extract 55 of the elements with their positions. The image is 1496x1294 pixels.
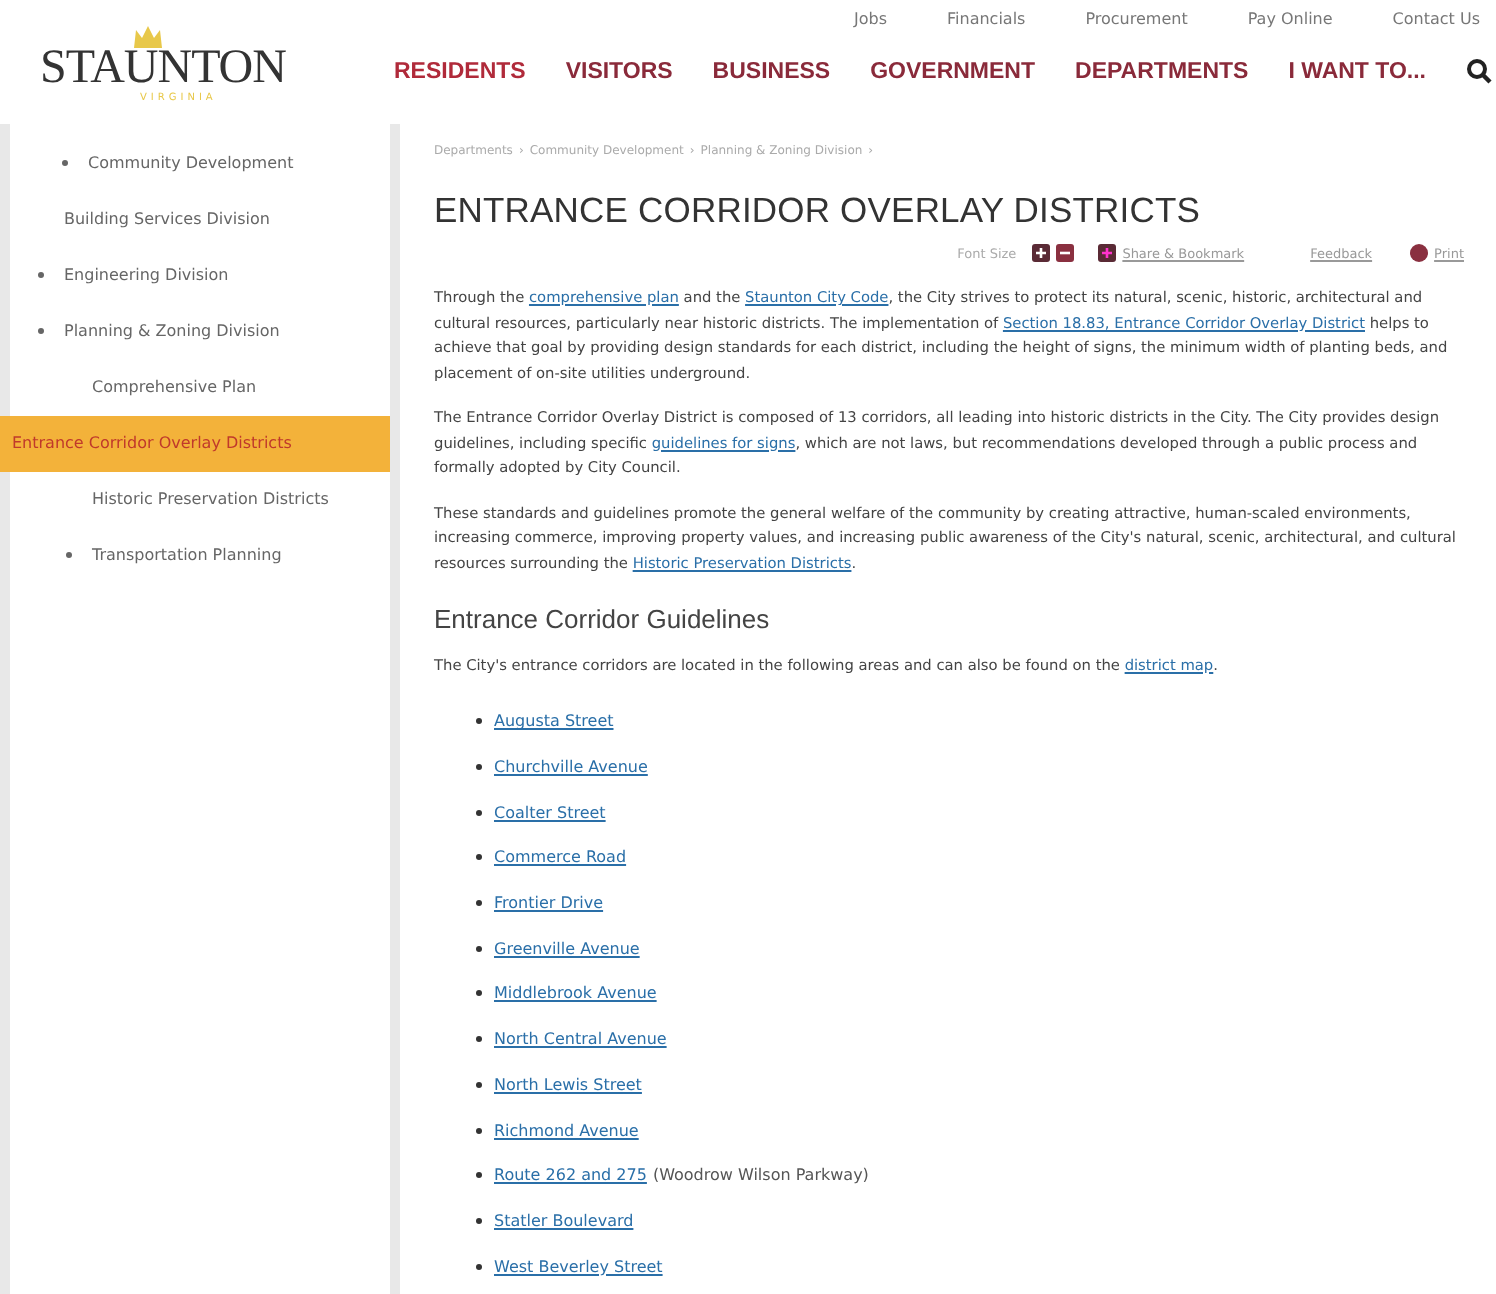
crown-icon xyxy=(132,24,164,52)
bullet-icon xyxy=(476,1081,482,1088)
bullet-icon xyxy=(476,718,482,725)
sidebar-item[interactable]: Community Development xyxy=(10,136,390,192)
nav-link[interactable]: RESIDENTS xyxy=(394,59,526,83)
search-icon[interactable] xyxy=(1466,58,1492,84)
page-title: ENTRANCE CORRIDOR OVERLAY DISTRICTS xyxy=(434,190,1203,232)
corridor-link[interactable]: North Central Avenue xyxy=(494,1030,667,1049)
share-icon xyxy=(1098,244,1117,262)
utility-link[interactable]: Jobs xyxy=(854,10,888,28)
bullet-icon xyxy=(476,900,482,907)
nav-link[interactable]: VISITORS xyxy=(565,59,673,83)
bullet-icon xyxy=(476,764,482,771)
sidebar-item[interactable]: Historic Preservation Districts xyxy=(66,472,390,528)
utility-link[interactable]: Pay Online xyxy=(1247,10,1333,28)
nav-link[interactable]: I WANT TO... xyxy=(1288,59,1426,83)
bullet-icon xyxy=(476,854,482,861)
corridor-link[interactable]: West Beverley Street xyxy=(494,1257,663,1276)
corridor-link[interactable]: North Lewis Street xyxy=(494,1075,642,1094)
corridor-link[interactable]: Richmond Avenue xyxy=(494,1121,639,1140)
sidebar-item[interactable]: Transportation Planning xyxy=(66,528,390,584)
nav-link[interactable]: BUSINESS xyxy=(712,59,831,83)
bullet-icon xyxy=(476,809,482,816)
bullet-icon xyxy=(476,990,482,997)
corridor-link[interactable]: Coalter Street xyxy=(494,803,606,822)
nav-link[interactable]: GOVERNMENT xyxy=(870,59,1036,83)
sidebar-item[interactable]: Planning & Zoning Division xyxy=(38,304,390,360)
bullet-icon xyxy=(476,1172,482,1179)
corridor-link[interactable]: Statler Boulevard xyxy=(494,1211,634,1230)
bullet-icon xyxy=(476,1263,482,1270)
sidebar-item[interactable]: Building Services Division xyxy=(38,192,390,248)
corridor-link[interactable]: Commerce Road xyxy=(494,848,627,867)
corridor-link[interactable]: Augusta Street xyxy=(494,712,614,731)
utility-link[interactable]: Contact Us xyxy=(1392,10,1480,28)
bullet-icon xyxy=(476,1036,482,1043)
section-heading: Entrance Corridor Guidelines xyxy=(434,604,772,634)
bullet-icon xyxy=(476,1127,482,1134)
logo-text[interactable]: STAUNTON xyxy=(40,44,286,92)
corridor-link[interactable]: Middlebrook Avenue xyxy=(494,984,657,1003)
sidebar-item[interactable]: Engineering Division xyxy=(38,248,390,304)
font-increase-icon[interactable] xyxy=(1032,244,1051,262)
utility-link[interactable]: Financials xyxy=(947,10,1026,28)
bullet-icon xyxy=(476,945,482,952)
corridor-link[interactable]: Greenville Avenue xyxy=(494,939,640,958)
corridor-link[interactable]: Frontier Drive xyxy=(494,894,604,913)
utility-link[interactable]: Procurement xyxy=(1085,10,1188,28)
corridor-note: (Woodrow Wilson Parkway) xyxy=(652,1166,869,1185)
sidebar-item[interactable]: Comprehensive Plan xyxy=(66,360,390,416)
sidebar-item[interactable]: Entrance Corridor Overlay Districts xyxy=(0,416,390,472)
print-icon xyxy=(1410,244,1429,262)
corridor-link[interactable]: Churchville Avenue xyxy=(494,758,648,777)
nav-link[interactable]: DEPARTMENTS xyxy=(1075,59,1249,83)
corridor-link[interactable]: Route 262 and 275 xyxy=(494,1166,647,1185)
bullet-icon xyxy=(476,1217,482,1224)
font-decrease-icon[interactable] xyxy=(1056,244,1075,262)
